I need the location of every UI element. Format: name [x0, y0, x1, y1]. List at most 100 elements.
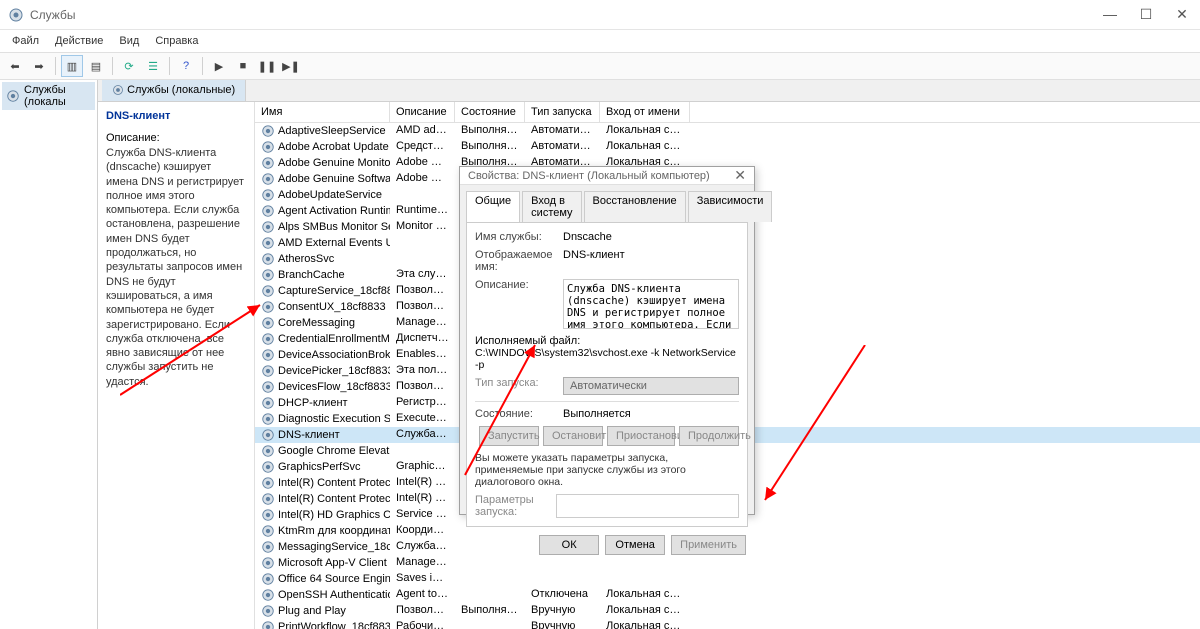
tab-general[interactable]: Общие — [466, 191, 520, 222]
maximize-button[interactable]: ☐ — [1136, 6, 1156, 23]
exe-value: C:\WINDOWS\system32\svchost.exe -k Netwo… — [475, 347, 736, 371]
table-row[interactable]: PrintWorkflow_18cf8833Рабочий п...Вручну… — [255, 619, 1200, 629]
tab-dependencies[interactable]: Зависимости — [688, 191, 773, 222]
app-icon — [8, 7, 24, 23]
pause-button[interactable]: Приостановить — [607, 426, 675, 446]
forward-button[interactable]: ➡ — [28, 55, 50, 77]
tab-logon[interactable]: Вход в систему — [522, 191, 581, 222]
gear-icon — [261, 524, 275, 538]
table-row[interactable]: OpenSSH Authentication A...Agent to h...… — [255, 587, 1200, 603]
col-logon[interactable]: Вход от имени — [600, 102, 690, 122]
state-value: Выполняется — [563, 408, 631, 420]
gear-icon — [261, 508, 275, 522]
gear-icon — [261, 268, 275, 282]
gear-icon — [261, 140, 275, 154]
startup-select[interactable]: Автоматически — [563, 377, 739, 395]
col-state[interactable]: Состояние — [455, 102, 525, 122]
menubar: Файл Действие Вид Справка — [0, 30, 1200, 52]
gear-icon — [261, 300, 275, 314]
gear-icon — [261, 364, 275, 378]
close-button[interactable]: ✕ — [1172, 6, 1192, 23]
nav-services-local[interactable]: Службы (локалы — [2, 82, 95, 110]
menu-help[interactable]: Справка — [147, 32, 206, 50]
toolbar: ⬅ ➡ ▥ ▤ ⟳ ☰ ? ▶ ■ ❚❚ ▶❚ — [0, 52, 1200, 80]
stop-button[interactable]: ■ — [232, 55, 254, 77]
menu-file[interactable]: Файл — [4, 32, 47, 50]
state-label: Состояние: — [475, 408, 555, 420]
gear-icon — [261, 492, 275, 506]
restart-button[interactable]: ▶❚ — [280, 55, 302, 77]
tabbar: Службы (локальные) — [98, 80, 1200, 102]
description-text: Служба DNS-клиента (dnscache) кэширует и… — [106, 146, 246, 389]
ok-button[interactable]: ОК — [539, 535, 599, 555]
menu-view[interactable]: Вид — [111, 32, 147, 50]
table-row[interactable]: Plug and PlayПозволяет...ВыполняетсяВруч… — [255, 603, 1200, 619]
selected-service-name: DNS-клиент — [106, 110, 246, 122]
description-value[interactable] — [563, 279, 739, 329]
gear-icon — [261, 540, 275, 554]
gear-icon — [261, 460, 275, 474]
gear-icon — [261, 604, 275, 618]
help-button[interactable]: ? — [175, 55, 197, 77]
tab-services-local[interactable]: Службы (локальные) — [102, 80, 246, 101]
gear-icon — [261, 284, 275, 298]
gear-icon — [261, 412, 275, 426]
svc-name-value: Dnscache — [563, 231, 739, 243]
display-name-value: DNS-клиент — [563, 249, 739, 273]
tab-recovery[interactable]: Восстановление — [584, 191, 686, 222]
titlebar: Службы — ☐ ✕ — [0, 0, 1200, 30]
gear-icon — [261, 172, 275, 186]
list-header: Имя Описание Состояние Тип запуска Вход … — [255, 102, 1200, 123]
gear-icon — [261, 572, 275, 586]
exe-label: Исполняемый файл: — [475, 335, 580, 347]
startup-label: Тип запуска: — [475, 377, 555, 395]
gear-icon — [112, 84, 124, 96]
play-button[interactable]: ▶ — [208, 55, 230, 77]
minimize-button[interactable]: — — [1100, 6, 1120, 23]
back-button[interactable]: ⬅ — [4, 55, 26, 77]
refresh-button[interactable]: ⟳ — [118, 55, 140, 77]
gear-icon — [261, 188, 275, 202]
menu-action[interactable]: Действие — [47, 32, 111, 50]
gear-icon — [261, 476, 275, 490]
params-label: Параметры запуска: — [475, 494, 548, 518]
start-button[interactable]: Запустить — [479, 426, 539, 446]
gear-icon — [261, 588, 275, 602]
resume-button[interactable]: Продолжить — [679, 426, 739, 446]
display-name-label: Отображаемое имя: — [475, 249, 555, 273]
export-list-button[interactable]: ▤ — [85, 55, 107, 77]
stop-button[interactable]: Остановить — [543, 426, 603, 446]
col-name[interactable]: Имя — [255, 102, 390, 122]
gear-icon — [6, 89, 20, 103]
svc-name-label: Имя службы: — [475, 231, 555, 243]
params-input[interactable] — [556, 494, 739, 518]
gear-icon — [261, 380, 275, 394]
table-row[interactable]: Adobe Acrobat Update Serv...Средство ...… — [255, 139, 1200, 155]
gear-icon — [261, 444, 275, 458]
table-row[interactable]: Office 64 Source EngineSaves insta... — [255, 571, 1200, 587]
gear-icon — [261, 620, 275, 629]
gear-icon — [261, 316, 275, 330]
gear-icon — [261, 556, 275, 570]
gear-icon — [261, 348, 275, 362]
dialog-titlebar[interactable]: Свойства: DNS-клиент (Локальный компьюте… — [460, 167, 754, 185]
cancel-button[interactable]: Отмена — [605, 535, 665, 555]
dialog-close-button[interactable]: ✕ — [734, 167, 746, 184]
gear-icon — [261, 332, 275, 346]
col-desc[interactable]: Описание — [390, 102, 455, 122]
properties-button[interactable]: ☰ — [142, 55, 164, 77]
gear-icon — [261, 428, 275, 442]
gear-icon — [261, 220, 275, 234]
apply-button[interactable]: Применить — [671, 535, 746, 555]
gear-icon — [261, 124, 275, 138]
col-startup[interactable]: Тип запуска — [525, 102, 600, 122]
gear-icon — [261, 396, 275, 410]
description-label: Описание: — [106, 132, 246, 144]
pause-button[interactable]: ❚❚ — [256, 55, 278, 77]
properties-dialog: Свойства: DNS-клиент (Локальный компьюте… — [459, 166, 755, 515]
table-row[interactable]: AdaptiveSleepServiceAMD adap...Выполняет… — [255, 123, 1200, 139]
show-hide-tree-button[interactable]: ▥ — [61, 55, 83, 77]
nav-tree: Службы (локалы — [0, 80, 98, 629]
gear-icon — [261, 204, 275, 218]
window-title: Службы — [30, 8, 1100, 22]
